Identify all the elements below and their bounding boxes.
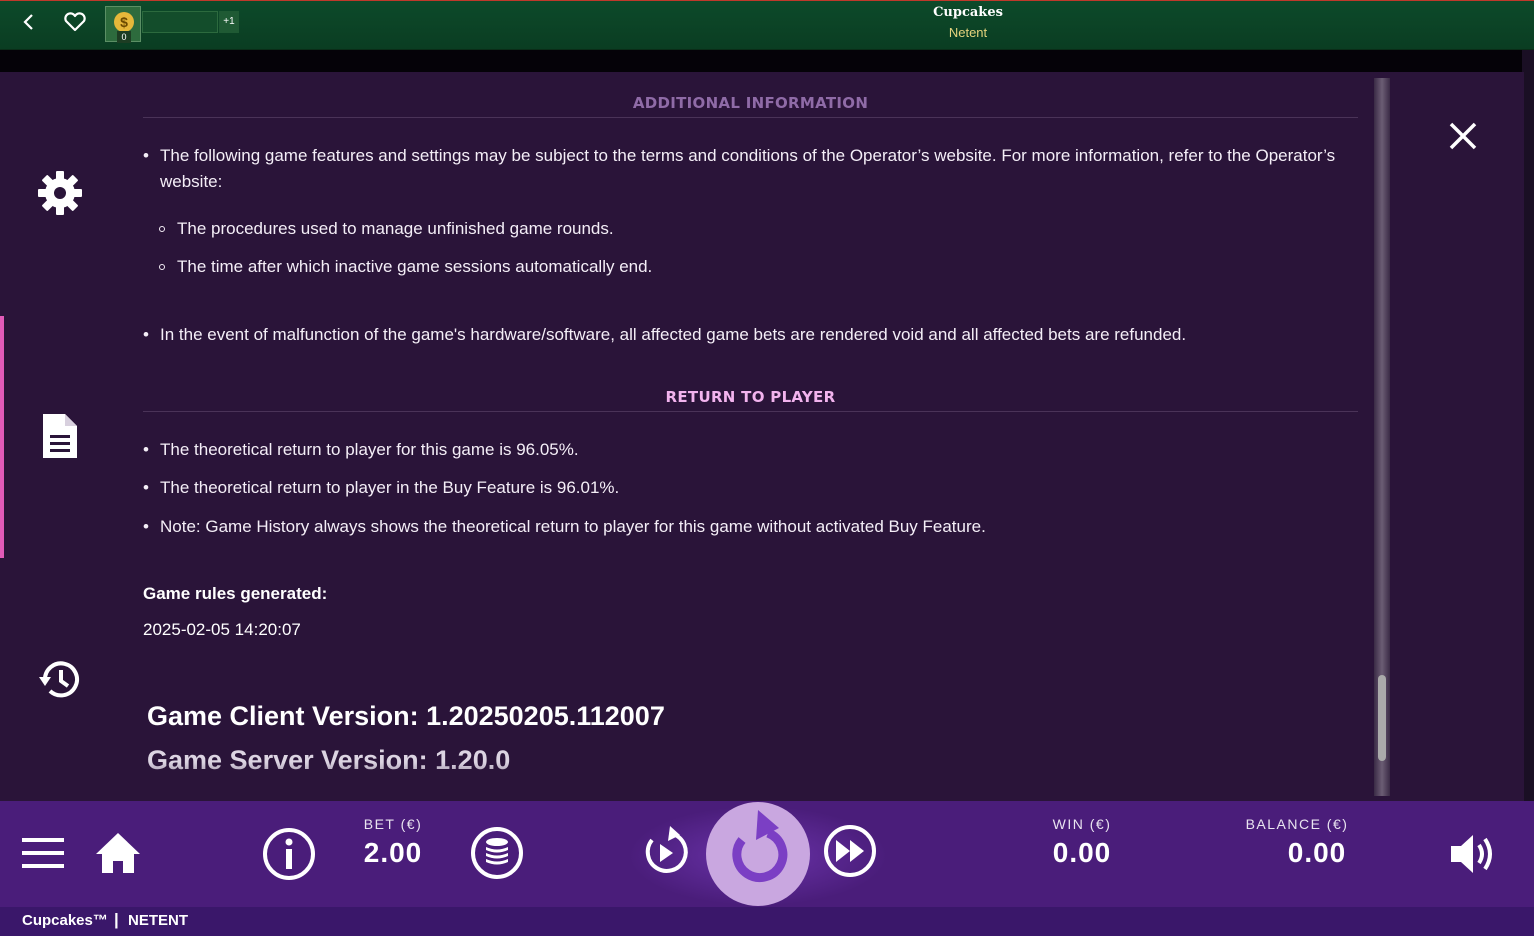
balance-label: BALANCE (€): [1245, 816, 1349, 832]
speaker-icon: [1451, 835, 1492, 873]
section-title-additional: ADDITIONAL INFORMATION: [632, 94, 869, 112]
document-icon: [43, 414, 77, 458]
rules-generated-label: Game rules generated:: [143, 584, 328, 603]
top-bar: $ 0 +1 Cupcakes Netent: [0, 0, 1534, 50]
footer-game-name: Cupcakes™: [22, 912, 108, 929]
coin-value: 0: [117, 31, 131, 43]
plus-one-badge: +1: [219, 11, 239, 33]
sidebar-item-history[interactable]: [35, 655, 85, 705]
additional-sub-1: The procedures used to manage unfinished…: [177, 219, 614, 238]
list-item: • The theoretical return to player for t…: [143, 437, 1348, 463]
bet-value: 2.00: [363, 837, 423, 868]
rules-generated-date: 2025-02-05 14:20:07: [143, 620, 301, 639]
rtp-bullet-3: Note: Game History always shows the theo…: [160, 517, 986, 536]
hamburger-menu-icon: [22, 838, 64, 868]
coin-widget[interactable]: $ 0: [105, 6, 141, 43]
turbo-button[interactable]: [822, 823, 878, 884]
circle-bullet: [159, 226, 165, 232]
active-tab-indicator: [0, 316, 4, 558]
home-icon: [96, 833, 140, 873]
list-item: The time after which inactive game sessi…: [159, 254, 1339, 280]
close-icon: [1449, 122, 1477, 150]
spin-button[interactable]: [706, 802, 810, 906]
history-icon: [39, 661, 79, 698]
info-button[interactable]: [261, 826, 317, 887]
fast-forward-icon: [824, 825, 876, 877]
menu-button[interactable]: [20, 835, 66, 878]
additional-bullet-2: In the event of malfunction of the game'…: [160, 325, 1187, 344]
rtp-bullet-1: The theoretical return to player for thi…: [160, 440, 579, 459]
favorite-button[interactable]: [62, 9, 88, 35]
win-label: WIN (€): [1052, 816, 1112, 832]
info-icon: [263, 828, 315, 880]
bet-label: BET (€): [363, 816, 423, 832]
section-divider: [143, 411, 1358, 412]
balance-value: 0.00: [1287, 837, 1347, 868]
coin-progress-bar: [142, 11, 218, 33]
game-provider: Netent: [948, 25, 988, 40]
client-version: Game Client Version: 1.20250205.112007: [147, 701, 665, 731]
rtp-bullet-2: The theoretical return to player in the …: [160, 478, 620, 497]
content-fade: [143, 762, 1358, 801]
sound-button[interactable]: [1447, 830, 1497, 883]
gear-icon: [38, 171, 82, 215]
list-item: • The following game features and settin…: [143, 143, 1348, 195]
sidebar-item-settings[interactable]: [35, 168, 85, 218]
list-item: • The theoretical return to player in th…: [143, 475, 1348, 501]
heart-icon: [64, 12, 86, 32]
footer-bar: Cupcakes™ | NETENT: [0, 907, 1534, 936]
additional-bullet-1: The following game features and settings…: [160, 146, 1336, 191]
home-button[interactable]: [94, 830, 142, 881]
circle-bullet: [159, 264, 165, 270]
sidebar-item-rules[interactable]: [35, 411, 85, 461]
chevron-left-icon: [23, 14, 33, 30]
autoplay-icon: [645, 826, 688, 873]
spin-arrow-icon: [732, 810, 788, 882]
close-button[interactable]: [1443, 117, 1483, 157]
rules-content[interactable]: ADDITIONAL INFORMATION • The following g…: [143, 72, 1358, 801]
list-item: • In the event of malfunction of the gam…: [143, 322, 1348, 348]
divider-strip: [0, 50, 1522, 72]
section-title-rtp: RETURN TO PLAYER: [665, 388, 836, 406]
additional-sub-2: The time after which inactive game sessi…: [177, 257, 653, 276]
list-item: The procedures used to manage unfinished…: [159, 216, 1339, 242]
coin-stack-icon: [471, 827, 523, 879]
section-divider: [143, 117, 1358, 118]
footer-separator: |: [114, 910, 119, 929]
win-value: 0.00: [1052, 837, 1112, 868]
list-item: • Note: Game History always shows the th…: [143, 514, 1348, 540]
autoplay-button[interactable]: [640, 824, 690, 883]
dollar-coin-icon: $: [114, 12, 134, 32]
footer-provider: NETENT: [128, 912, 188, 929]
game-title: Cupcakes: [933, 5, 1003, 20]
back-button[interactable]: [18, 11, 40, 33]
scrollbar-thumb[interactable]: [1378, 675, 1386, 761]
bet-settings-button[interactable]: [469, 825, 525, 886]
